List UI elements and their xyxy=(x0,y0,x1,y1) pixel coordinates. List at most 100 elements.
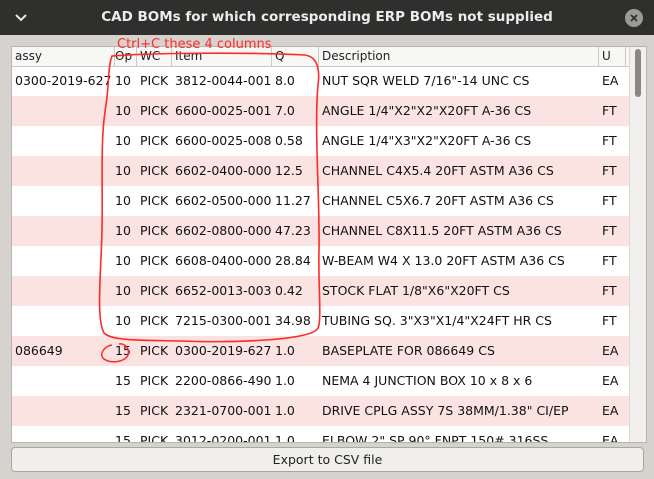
cell-wc: PICK xyxy=(140,343,169,358)
cell-op: 10 xyxy=(115,283,131,298)
cell-u: FT xyxy=(602,133,617,148)
cell-item: 6602-0400-000 xyxy=(175,163,272,178)
cell-wc: PICK xyxy=(140,73,169,88)
cell-description: TUBING SQ. 3"X3"X1/4"X24FT HR CS xyxy=(322,313,552,328)
cell-q: 0.42 xyxy=(275,283,303,298)
column-header-description[interactable]: Description xyxy=(319,47,599,66)
column-header-assy[interactable]: assy xyxy=(12,47,115,66)
cell-wc: PICK xyxy=(140,163,169,178)
cell-description: CHANNEL C4X5.4 20FT ASTM A36 CS xyxy=(322,163,554,178)
cell-item: 0300-2019-627 xyxy=(175,343,272,358)
cell-op: 10 xyxy=(115,193,131,208)
cell-assy xyxy=(15,396,115,426)
cell-u: FT xyxy=(602,253,617,268)
cell-item: 6608-0400-000 xyxy=(175,253,272,268)
cell-wc: PICK xyxy=(140,373,169,388)
table-row[interactable]: 15 PICK 2200-0866-490 1.0 NEMA 4 JUNCTION BO… xyxy=(12,366,629,396)
cell-assy xyxy=(15,216,115,246)
cell-description: ANGLE 1/4"X3"X2"X20FT A-36 CS xyxy=(322,133,532,148)
cell-q: 8.0 xyxy=(275,73,295,88)
table-row[interactable]: 10 PICK 6608-0400-000 28.84 W-BEAM W4 X 13.0… xyxy=(12,246,629,276)
cell-wc: PICK xyxy=(140,133,169,148)
cell-item: 3012-0200-001 xyxy=(175,433,272,442)
table-body: 0300-2019-627 10 PICK 3812-0044-001 8.0 NUT S… xyxy=(12,66,629,442)
table-row[interactable]: 10 PICK 6602-0400-000 12.5 CHANNEL C4X5.4 20… xyxy=(12,156,629,186)
cell-description: DRIVE CPLG ASSY 7S 38MM/1.38" CI/EP xyxy=(322,403,569,418)
bom-table[interactable]: assy Op WC Item Q Description U 0300-2019-627 1… xyxy=(11,46,647,443)
cell-wc: PICK xyxy=(140,193,169,208)
cell-u: FT xyxy=(602,103,617,118)
cell-q: 1.0 xyxy=(275,403,295,418)
cell-q: 34.98 xyxy=(275,313,311,328)
table-row[interactable]: 10 PICK 6600-0025-008 0.58 ANGLE 1/4"X3"X2"X… xyxy=(12,126,629,156)
table-row[interactable]: 086649 15 PICK 0300-2019-627 1.0 BASEPLATE FO… xyxy=(12,336,629,366)
cell-op: 10 xyxy=(115,163,131,178)
cell-description: NEMA 4 JUNCTION BOX 10 x 8 x 6 xyxy=(322,373,533,388)
cell-wc: PICK xyxy=(140,403,169,418)
table-row[interactable]: 10 PICK 6600-0025-001 7.0 ANGLE 1/4"X2"X2"X2… xyxy=(12,96,629,126)
cell-op: 10 xyxy=(115,313,131,328)
cell-op: 10 xyxy=(115,223,131,238)
cell-item: 2200-0866-490 xyxy=(175,373,272,388)
cell-wc: PICK xyxy=(140,283,169,298)
cell-item: 6602-0500-000 xyxy=(175,193,272,208)
cell-item: 2321-0700-001 xyxy=(175,403,272,418)
cell-assy xyxy=(15,306,115,336)
cell-op: 15 xyxy=(115,373,131,388)
cell-description: NUT SQR WELD 7/16"-14 UNC CS xyxy=(322,73,530,88)
annotation-text: Ctrl+C these 4 columns xyxy=(117,37,272,52)
cell-q: 12.5 xyxy=(275,163,303,178)
cell-q: 1.0 xyxy=(275,343,295,358)
cell-item: 7215-0300-001 xyxy=(175,313,272,328)
cell-u: FT xyxy=(602,283,617,298)
cell-description: ELBOW 2" SP 90° FNPT 150# 316SS xyxy=(322,433,549,442)
cell-op: 15 xyxy=(115,403,131,418)
window-title: CAD BOMs for which corresponding ERP BOM… xyxy=(101,9,553,25)
cell-op: 15 xyxy=(115,343,131,358)
cell-item: 6602-0800-000 xyxy=(175,223,272,238)
cell-item: 6600-0025-001 xyxy=(175,103,272,118)
cell-description: CHANNEL C5X6.7 20FT ASTM A36 CS xyxy=(322,193,554,208)
cell-assy xyxy=(15,276,115,306)
cell-u: FT xyxy=(602,313,617,328)
cell-description: STOCK FLAT 1/8"X6"X20FT CS xyxy=(322,283,510,298)
cell-assy xyxy=(15,186,115,216)
column-header-u[interactable]: U xyxy=(599,47,626,66)
table-row[interactable]: 0300-2019-627 10 PICK 3812-0044-001 8.0 NUT S… xyxy=(12,66,629,96)
cell-wc: PICK xyxy=(140,313,169,328)
close-icon xyxy=(625,8,643,27)
cell-assy xyxy=(15,246,115,276)
cell-u: EA xyxy=(602,343,619,358)
cell-assy xyxy=(15,126,115,156)
vertical-scrollbar[interactable] xyxy=(629,47,646,442)
cell-assy xyxy=(15,426,115,442)
table-row[interactable]: 10 PICK 7215-0300-001 34.98 TUBING SQ. 3"X3"… xyxy=(12,306,629,336)
cell-op: 15 xyxy=(115,433,131,442)
cell-u: FT xyxy=(602,163,617,178)
cell-assy: 086649 xyxy=(15,343,63,358)
cell-u: EA xyxy=(602,73,619,88)
title-bar: CAD BOMs for which corresponding ERP BOM… xyxy=(0,0,654,35)
cell-wc: PICK xyxy=(140,103,169,118)
cell-assy: 0300-2019-627 xyxy=(15,73,112,88)
cell-wc: PICK xyxy=(140,223,169,238)
cell-item: 3812-0044-001 xyxy=(175,73,272,88)
cell-u: EA xyxy=(602,403,619,418)
cell-u: FT xyxy=(602,223,617,238)
table-row[interactable]: 15 PICK 3012-0200-001 1.0 ELBOW 2" SP 90° FN… xyxy=(12,426,629,442)
cell-op: 10 xyxy=(115,253,131,268)
export-csv-button[interactable]: Export to CSV file xyxy=(11,447,644,472)
cell-q: 47.23 xyxy=(275,223,311,238)
cell-q: 11.27 xyxy=(275,193,311,208)
scrollbar-thumb[interactable] xyxy=(635,49,641,97)
cell-u: FT xyxy=(602,193,617,208)
cell-wc: PICK xyxy=(140,433,169,442)
table-row[interactable]: 15 PICK 2321-0700-001 1.0 DRIVE CPLG ASSY 7S… xyxy=(12,396,629,426)
table-row[interactable]: 10 PICK 6652-0013-003 0.42 STOCK FLAT 1/8"X6… xyxy=(12,276,629,306)
cell-q: 7.0 xyxy=(275,103,295,118)
column-header-q[interactable]: Q xyxy=(272,47,319,66)
close-button[interactable] xyxy=(622,0,646,35)
table-row[interactable]: 10 PICK 6602-0500-000 11.27 CHANNEL C5X6.7 2… xyxy=(12,186,629,216)
cell-assy xyxy=(15,366,115,396)
table-row[interactable]: 10 PICK 6602-0800-000 47.23 CHANNEL C8X11.5 … xyxy=(12,216,629,246)
